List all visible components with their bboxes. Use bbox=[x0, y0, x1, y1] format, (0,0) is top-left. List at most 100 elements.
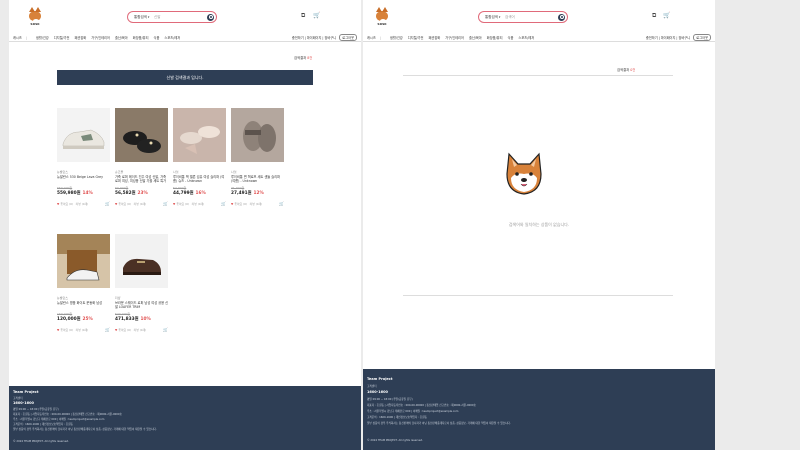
search-bar: 통합검색 검색어 bbox=[478, 11, 568, 23]
product-title[interactable]: 뉴발란스 530 Beige Lava Grey bbox=[57, 175, 110, 183]
footer-copyright: © 2024 TEAM PROJECT. All rights reserved… bbox=[13, 440, 69, 443]
footer-line: 일부 상품의 경우 주식회사는 통신판매의 당사자가 아닌 통신판매중개자로서 … bbox=[367, 422, 511, 425]
nav-item-beauty[interactable]: 화장품/뷰티 bbox=[133, 36, 149, 40]
cart-icon[interactable]: 🛒 bbox=[313, 13, 320, 19]
nav-item-sports[interactable]: 스포츠/레저 bbox=[164, 36, 180, 40]
recent-view-icon[interactable]: ⧉ bbox=[301, 13, 307, 19]
logo-icon[interactable]: SDSK bbox=[375, 7, 389, 26]
nav-item-cash[interactable]: 캐시즈 bbox=[367, 36, 376, 40]
product-title[interactable]: 브라운 스웨이드 로퍼 남성 여성 공용 신발 LOAFER TRIM bbox=[115, 301, 168, 309]
product-meta: ♥ 좋아요 (0) 리뷰 (0개) 🛒 bbox=[115, 327, 168, 332]
category-nav: 캐시즈 | 생활/건강 디지털/가전 패션잡화 가구/인테리어 출산/육아 화장품… bbox=[363, 34, 715, 42]
add-to-cart-icon[interactable]: 🛒 bbox=[221, 201, 226, 206]
nav-item-cash[interactable]: 캐시즈 bbox=[13, 36, 22, 40]
search-icon[interactable] bbox=[207, 13, 214, 21]
cart-icon[interactable]: 🛒 bbox=[663, 13, 670, 19]
empty-message: 검색어와 일치하는 상품이 없습니다. bbox=[508, 222, 570, 227]
footer-sub: 고객센터 bbox=[13, 397, 23, 400]
footer-line: 고객문의 : 1600-1600 | 개인정보보호책임자 : 홍길동 bbox=[367, 416, 427, 419]
footer-line: 고객문의 : 1600-1600 | 개인정보보호책임자 : 홍길동 bbox=[13, 423, 73, 426]
product-meta: ♥ 좋아요 (0) 리뷰 (0개) 🛒 bbox=[115, 201, 168, 206]
nav-item-digital[interactable]: 디지털/가전 bbox=[408, 36, 424, 40]
product-price: 120,000원 25% bbox=[57, 317, 93, 322]
footer-title: Team Project bbox=[13, 390, 39, 394]
search-input[interactable]: 검색어 bbox=[505, 15, 515, 20]
mypage-link[interactable]: 마이페이지 bbox=[661, 36, 676, 40]
empty-results-page: SDSK 통합검색 검색어 ⧉ 🛒 캐시즈| 생활/건강 디지털/가전 패션잡화… bbox=[363, 0, 715, 450]
footer-hours: 평일 09:00 ~ 18:00 (주말/공휴일 휴무) bbox=[367, 398, 413, 401]
charge-link[interactable]: 충전하기 bbox=[646, 36, 658, 40]
nav-item-beauty[interactable]: 화장품/뷰티 bbox=[487, 36, 503, 40]
recent-view-icon[interactable]: ⧉ bbox=[652, 13, 658, 19]
product-meta: ♥ 좋아요 (0) 리뷰 (0개) 🛒 bbox=[57, 201, 110, 206]
product-card[interactable]: 나잇 루이비통 백 엘른 섬유 여성 슬리퍼 (여름) 슈즈 - Unknown… bbox=[173, 108, 226, 206]
search-input[interactable]: 신발 bbox=[154, 15, 160, 20]
product-brand: 나잇 bbox=[173, 170, 179, 174]
product-price: 471,833원 10% bbox=[115, 317, 151, 322]
nav-item-furniture[interactable]: 가구/인테리어 bbox=[91, 36, 110, 40]
search-bar: 통합검색 신발 bbox=[127, 11, 217, 23]
footer-copyright: © 2024 TEAM PROJECT. All rights reserved… bbox=[367, 439, 423, 442]
product-card[interactable]: 더샵 브라운 스웨이드 로퍼 남성 여성 공용 신발 LOAFER TRIM 5… bbox=[115, 234, 168, 332]
product-title[interactable]: 가죽 로퍼 메이드 진주 여성 신발, 가죽 로퍼 여성, 여성용 신발 가을 … bbox=[115, 175, 168, 183]
add-to-cart-icon[interactable]: 🛒 bbox=[105, 327, 110, 332]
nav-item-health[interactable]: 생활/건강 bbox=[36, 36, 49, 40]
nav-item-food[interactable]: 식품 bbox=[508, 36, 514, 40]
nav-item-baby[interactable]: 출산/육아 bbox=[469, 36, 482, 40]
divider bbox=[403, 295, 673, 296]
product-price: 56,582원 23% bbox=[115, 191, 148, 196]
nav-item-fashion[interactable]: 패션잡화 bbox=[429, 36, 441, 40]
add-to-cart-icon[interactable]: 🛒 bbox=[163, 201, 168, 206]
product-brand: 뉴발란스 bbox=[57, 170, 69, 174]
product-meta: ♥ 좋아요 (0) 리뷰 (0개) 🛒 bbox=[173, 201, 226, 206]
product-brand: 나잇 bbox=[231, 170, 237, 174]
product-card[interactable]: 나잇 루이비통 면 혁로프 세트 샌들 슬리퍼 (여름) - Unknown 3… bbox=[231, 108, 284, 206]
logout-button[interactable]: 로그아웃 bbox=[339, 34, 357, 41]
cart-link[interactable]: 장바구니 bbox=[679, 36, 691, 40]
product-image[interactable] bbox=[173, 108, 226, 162]
nav-item-health[interactable]: 생활/건강 bbox=[390, 36, 403, 40]
logo-icon[interactable]: SDSK bbox=[28, 7, 42, 26]
footer-line: 주소 : 서울특별시 강남구 테헤란로 000 | 이메일 : teamproj… bbox=[13, 418, 105, 421]
product-card[interactable]: 슈즈몰 가죽 로퍼 메이드 진주 여성 신발, 가죽 로퍼 여성, 여성용 신발… bbox=[115, 108, 168, 206]
footer-sub: 고객센터 bbox=[367, 385, 377, 388]
product-image[interactable] bbox=[57, 234, 110, 288]
footer-line: 대표자 : 홍길동 | 사업자등록번호 : 000-00-00000 | 통신판… bbox=[13, 413, 122, 416]
nav-item-furniture[interactable]: 가구/인테리어 bbox=[445, 36, 464, 40]
product-card[interactable]: 뉴발란스 뉴발란스 530 Beige Lava Grey 650,000원 5… bbox=[57, 108, 110, 206]
product-meta: ♥ 좋아요 (0) 리뷰 (0개) 🛒 bbox=[57, 327, 110, 332]
product-title[interactable]: 루이비통 백 엘른 섬유 여성 슬리퍼 (여름) 슈즈 - Unknown bbox=[173, 175, 226, 183]
footer-phone: 1600-1600 bbox=[13, 401, 34, 405]
nav-item-fashion[interactable]: 패션잡화 bbox=[75, 36, 87, 40]
charge-link[interactable]: 충전하기 bbox=[292, 36, 304, 40]
product-image[interactable] bbox=[115, 234, 168, 288]
footer: Team Project 고객센터 1600-1600 평일 09:00 ~ 1… bbox=[9, 386, 361, 450]
nav-item-sports[interactable]: 스포츠/레저 bbox=[518, 36, 534, 40]
product-brand: 더샵 bbox=[115, 296, 121, 300]
product-image[interactable] bbox=[57, 108, 110, 162]
product-image[interactable] bbox=[115, 108, 168, 162]
logout-button[interactable]: 로그아웃 bbox=[693, 34, 711, 41]
result-count: 검색결과 8건 bbox=[294, 56, 313, 60]
search-type-select[interactable]: 통합검색 bbox=[485, 15, 500, 20]
nav-item-baby[interactable]: 출산/육아 bbox=[115, 36, 128, 40]
add-to-cart-icon[interactable]: 🛒 bbox=[279, 201, 284, 206]
add-to-cart-icon[interactable]: 🛒 bbox=[163, 327, 168, 332]
nav-item-digital[interactable]: 디지털/가전 bbox=[54, 36, 70, 40]
footer-phone: 1600-1600 bbox=[367, 390, 388, 394]
search-icon[interactable] bbox=[558, 13, 565, 21]
nav-item-food[interactable]: 식품 bbox=[154, 36, 160, 40]
product-title[interactable]: 루이비통 면 혁로프 세트 샌들 슬리퍼 (여름) - Unknown bbox=[231, 175, 284, 183]
product-card[interactable]: 뉴발란스 뉴발란스 명품 화이트 운동화 남성 160,000원 120,000… bbox=[57, 234, 110, 332]
product-price: 559,980원 14% bbox=[57, 191, 93, 196]
product-price: 44,799원 16% bbox=[173, 191, 206, 196]
cart-link[interactable]: 장바구니 bbox=[325, 36, 337, 40]
search-type-select[interactable]: 통합검색 bbox=[134, 15, 149, 20]
product-title[interactable]: 뉴발란스 명품 화이트 운동화 남성 bbox=[57, 301, 110, 309]
add-to-cart-icon[interactable]: 🛒 bbox=[105, 201, 110, 206]
footer-line: 일부 상품의 경우 주식회사는 통신판매의 당사자가 아닌 통신판매중개자로서 … bbox=[13, 428, 157, 431]
product-price: 27,491원 12% bbox=[231, 191, 264, 196]
product-meta: ♥ 좋아요 (0) 리뷰 (0개) 🛒 bbox=[231, 201, 284, 206]
product-image[interactable] bbox=[231, 108, 284, 162]
mypage-link[interactable]: 마이페이지 bbox=[307, 36, 322, 40]
